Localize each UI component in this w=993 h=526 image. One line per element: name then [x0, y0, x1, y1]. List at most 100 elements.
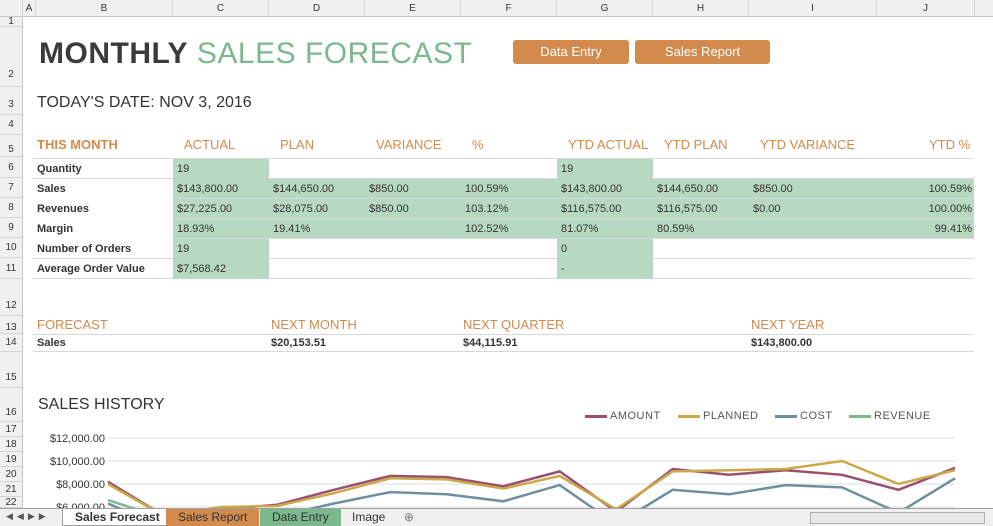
- row-header[interactable]: 9: [0, 218, 22, 238]
- cell-ytd-pct[interactable]: 99.41%: [931, 219, 974, 239]
- data-entry-button[interactable]: Data Entry: [513, 40, 629, 64]
- legend-revenue: REVENUE: [849, 410, 931, 422]
- row-header[interactable]: 1: [0, 17, 22, 27]
- horizontal-scrollbar[interactable]: [810, 512, 985, 524]
- row-header[interactable]: 16: [0, 388, 22, 422]
- next-month-value[interactable]: $20,153.51: [271, 337, 326, 349]
- row-label[interactable]: Number of Orders: [33, 239, 173, 259]
- column-header[interactable]: B: [36, 0, 173, 17]
- tab-scroll-arrows-icon[interactable]: ◀◀▶▶: [6, 511, 50, 522]
- cell-ytd-actual[interactable]: $143,800.00: [557, 179, 622, 199]
- legend-amount-label: AMOUNT: [610, 410, 661, 422]
- next-quarter-value[interactable]: $44,115.91: [463, 337, 517, 349]
- cell-ytd-variance[interactable]: $850.00: [749, 179, 793, 199]
- select-all-corner[interactable]: [0, 0, 23, 17]
- cell-ytd-actual[interactable]: $116,575.00: [557, 199, 621, 219]
- table-row: Revenues $27,225.00 $28,075.00 $850.00 1…: [33, 199, 974, 219]
- row-header[interactable]: 20: [0, 467, 22, 482]
- cell-ytd-pct[interactable]: 100.00%: [925, 199, 974, 219]
- row-header[interactable]: 22: [0, 497, 22, 508]
- new-sheet-icon[interactable]: ⊕: [404, 510, 414, 524]
- row-label[interactable]: Sales: [33, 179, 173, 199]
- row-header[interactable]: 2: [0, 27, 22, 87]
- cell-actual[interactable]: $143,800.00: [173, 179, 238, 199]
- cell-ytd-actual[interactable]: -: [557, 259, 653, 279]
- cell-pct[interactable]: 103.12%: [461, 199, 508, 219]
- row-header[interactable]: 10: [0, 238, 22, 258]
- y-tick-label: $8,000.00: [56, 479, 105, 491]
- variance-header: VARIANCE: [376, 137, 442, 152]
- cell-ytd-actual[interactable]: 81.07%: [557, 219, 598, 239]
- cell-actual[interactable]: $7,568.42: [173, 259, 269, 279]
- sales-history-chart[interactable]: $12,000.00$10,000.00$8,000.00$6,000.00: [23, 422, 963, 508]
- cell-ytd-pct[interactable]: 100.59%: [925, 179, 974, 199]
- next-year-value[interactable]: $143,800.00: [751, 337, 812, 349]
- row-header[interactable]: 7: [0, 178, 22, 198]
- row-label[interactable]: Average Order Value: [33, 259, 173, 279]
- column-header[interactable]: D: [269, 0, 365, 17]
- column-header[interactable]: J: [877, 0, 975, 17]
- cell-ytd-variance[interactable]: $0.00: [749, 199, 781, 219]
- row-header[interactable]: 6: [0, 157, 22, 178]
- cell-ytd-plan[interactable]: $144,650.00: [653, 179, 718, 199]
- ytd-actual-header: YTD ACTUAL: [568, 137, 649, 152]
- cell-pct[interactable]: 102.52%: [461, 219, 508, 239]
- column-header[interactable]: C: [173, 0, 269, 17]
- column-header[interactable]: E: [365, 0, 461, 17]
- row-header[interactable]: 21: [0, 482, 22, 497]
- cell-actual[interactable]: 19: [173, 239, 269, 259]
- ytd-variance-header: YTD VARIANCE: [760, 137, 856, 152]
- cell-ytd-actual[interactable]: 19: [557, 159, 653, 179]
- row-header[interactable]: 11: [0, 258, 22, 279]
- plan-header: PLAN: [280, 137, 314, 152]
- row-header[interactable]: 4: [0, 115, 22, 135]
- forecast-label[interactable]: Sales: [37, 337, 66, 349]
- cell-plan[interactable]: 19.41%: [269, 219, 310, 239]
- sheet-tab-bar: ◀◀▶▶ Sales Forecast Sales Report Data En…: [0, 508, 993, 526]
- page-title: MONTHLY SALES FORECAST: [39, 37, 472, 71]
- tab-image[interactable]: Image: [340, 509, 397, 526]
- column-header[interactable]: H: [653, 0, 749, 17]
- cell-actual[interactable]: 19: [173, 159, 269, 179]
- cell-actual[interactable]: $27,225.00: [173, 199, 232, 219]
- legend-cost: COST: [775, 410, 833, 422]
- row-header[interactable]: 18: [0, 437, 22, 452]
- row-header[interactable]: 12: [0, 279, 22, 316]
- column-header[interactable]: F: [461, 0, 557, 17]
- table-row: Number of Orders 19 0: [33, 239, 974, 259]
- column-header[interactable]: A: [23, 0, 36, 17]
- cell-pct[interactable]: 100.59%: [461, 179, 508, 199]
- title-bold: MONTHLY: [39, 37, 189, 70]
- column-header[interactable]: I: [749, 0, 877, 17]
- cell-plan[interactable]: $28,075.00: [269, 199, 328, 219]
- column-header[interactable]: G: [557, 0, 653, 17]
- row-header[interactable]: 8: [0, 198, 22, 218]
- tab-sales-forecast[interactable]: Sales Forecast: [62, 509, 173, 526]
- cell-ytd-plan[interactable]: 80.59%: [653, 219, 694, 239]
- worksheet[interactable]: MONTHLY SALES FORECAST Data Entry Sales …: [23, 17, 993, 508]
- cell-variance[interactable]: $850.00: [365, 179, 409, 199]
- cell-plan[interactable]: $144,650.00: [269, 179, 334, 199]
- cell-ytd-plan[interactable]: $116,575.00: [653, 199, 717, 219]
- row-label[interactable]: Margin: [33, 219, 173, 239]
- row-label[interactable]: Quantity: [33, 159, 173, 179]
- row-header[interactable]: 5: [0, 135, 22, 157]
- monthly-table: Quantity 19 19 Sales $143,800.00 $144,65…: [33, 158, 974, 279]
- row-label[interactable]: Revenues: [33, 199, 173, 219]
- row-header[interactable]: 19: [0, 452, 22, 467]
- legend-revenue-label: REVENUE: [874, 410, 931, 422]
- row-header[interactable]: 14: [0, 334, 22, 352]
- row-header[interactable]: 13: [0, 316, 22, 334]
- row-header[interactable]: 3: [0, 87, 22, 115]
- legend-cost-label: COST: [800, 410, 833, 422]
- cell-variance[interactable]: $850.00: [365, 199, 409, 219]
- cell-actual[interactable]: 18.93%: [173, 219, 214, 239]
- tab-data-entry[interactable]: Data Entry: [260, 509, 341, 526]
- cell-ytd-actual[interactable]: 0: [557, 239, 653, 259]
- legend-planned-label: PLANNED: [703, 410, 759, 422]
- row-header[interactable]: 17: [0, 422, 22, 437]
- row-header[interactable]: 15: [0, 352, 22, 388]
- tab-sales-report[interactable]: Sales Report: [166, 509, 260, 526]
- sales-report-button[interactable]: Sales Report: [635, 40, 770, 64]
- table-row: Quantity 19 19: [33, 159, 974, 179]
